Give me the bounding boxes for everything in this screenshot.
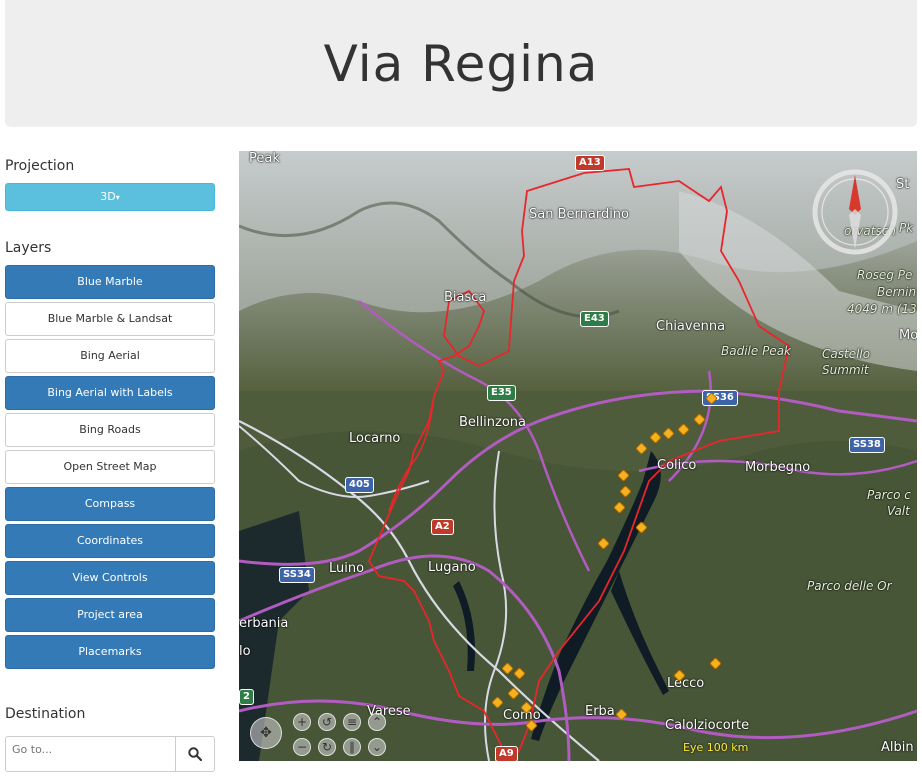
destination-search — [5, 736, 215, 772]
rotate-left-button[interactable]: ↺ — [318, 713, 336, 731]
eye-value: 100 km — [706, 741, 749, 754]
road-shield: 2 — [239, 689, 254, 705]
layer-toggle-bing-aerial-labels[interactable]: Bing Aerial with Labels — [5, 376, 215, 410]
map-label: Parco delle Or — [807, 579, 892, 593]
map-label: Castello — [822, 347, 871, 361]
road-shield: A2 — [431, 519, 454, 535]
map-label: Locarno — [349, 431, 401, 446]
layer-toggle-blue-marble[interactable]: Blue Marble — [5, 265, 215, 299]
road-shield: A13 — [575, 155, 605, 171]
projection-label: Projection — [5, 158, 75, 174]
rotate-right-button[interactable]: ↻ — [318, 738, 336, 756]
map-label: Colico — [657, 458, 697, 473]
tilt-up-button[interactable]: ≡ — [343, 713, 361, 731]
eye-altitude-readout: Eye 100 km — [683, 741, 748, 754]
projection-button-label: 3D — [100, 190, 116, 203]
search-icon — [188, 747, 202, 761]
road-shield: SS38 — [849, 437, 885, 453]
map-label: Calolziocorte — [665, 718, 750, 733]
road-shield: A9 — [495, 746, 518, 761]
search-button[interactable] — [175, 736, 215, 772]
exaggeration-up-button[interactable]: ⌃ — [368, 713, 386, 731]
eye-label: Eye — [683, 741, 704, 754]
sidebar: Projection 3D▾ Layers Blue Marble Blue M… — [5, 155, 215, 672]
layer-toggle-bing-roads[interactable]: Bing Roads — [5, 413, 215, 447]
layer-toggle-placemarks[interactable]: Placemarks — [5, 635, 215, 669]
map-label: Erba — [585, 704, 615, 719]
layer-toggle-bing-aerial[interactable]: Bing Aerial — [5, 339, 215, 373]
map-label: Lecco — [667, 676, 705, 691]
layer-toggle-open-street-map[interactable]: Open Street Map — [5, 450, 215, 484]
map-label: Chiavenna — [656, 319, 726, 334]
map-label: St — [896, 177, 910, 192]
page-title: Via Regina — [323, 34, 599, 93]
map-label: Summit — [822, 363, 869, 377]
map-label: Pk — [899, 221, 914, 235]
map-label: Biasca — [444, 290, 487, 305]
layer-toggle-project-area[interactable]: Project area — [5, 598, 215, 632]
layer-toggle-view-controls[interactable]: View Controls — [5, 561, 215, 595]
map-label: Como — [503, 708, 541, 723]
pan-control[interactable]: ✥ — [250, 717, 282, 749]
globe-map-canvas[interactable]: Peak San Bernardino Biasca Chiavenna Bad… — [239, 151, 917, 761]
map-label: Morbegno — [745, 460, 811, 475]
map-label: Valt — [887, 504, 910, 518]
map-label: lo — [239, 644, 251, 659]
tilt-down-button[interactable]: ∥ — [343, 738, 361, 756]
map-label: Lugano — [428, 560, 476, 575]
map-label: Bernin — [877, 285, 917, 299]
map-label: Mo — [899, 328, 917, 343]
road-shield: 405 — [345, 477, 374, 493]
map-label: 4049 m (13 — [847, 302, 917, 316]
projection-dropdown-button[interactable]: 3D▾ — [5, 183, 215, 211]
road-shield: SS34 — [279, 567, 315, 583]
destination-label: Destination — [5, 706, 86, 722]
layer-toggle-coordinates[interactable]: Coordinates — [5, 524, 215, 558]
zoom-in-button[interactable]: + — [293, 713, 311, 731]
layer-toggle-blue-marble-landsat[interactable]: Blue Marble & Landsat — [5, 302, 215, 336]
compass-icon[interactable] — [812, 169, 898, 255]
map-label: erbania — [239, 616, 289, 631]
road-shield: E43 — [580, 311, 609, 327]
caret-down-icon: ▾ — [115, 193, 120, 202]
destination-input[interactable] — [5, 736, 175, 772]
zoom-out-button[interactable]: − — [293, 738, 311, 756]
map-label: San Bernardino — [529, 207, 630, 222]
map-label: Bellinzona — [459, 415, 526, 430]
layers-label: Layers — [5, 240, 52, 256]
map-label: Luino — [329, 561, 365, 576]
map-label: Badile Peak — [721, 344, 791, 358]
map-label: Parco c — [867, 488, 911, 502]
map-label: Peak — [249, 151, 280, 166]
map-label: Roseg Pe — [857, 268, 913, 282]
layer-toggle-compass[interactable]: Compass — [5, 487, 215, 521]
exaggeration-down-button[interactable]: ⌄ — [368, 738, 386, 756]
road-shield: E35 — [487, 385, 516, 401]
map-label: Albin — [881, 740, 914, 755]
header-banner: Via Regina — [5, 0, 917, 127]
layer-list: Blue Marble Blue Marble & Landsat Bing A… — [5, 265, 215, 669]
